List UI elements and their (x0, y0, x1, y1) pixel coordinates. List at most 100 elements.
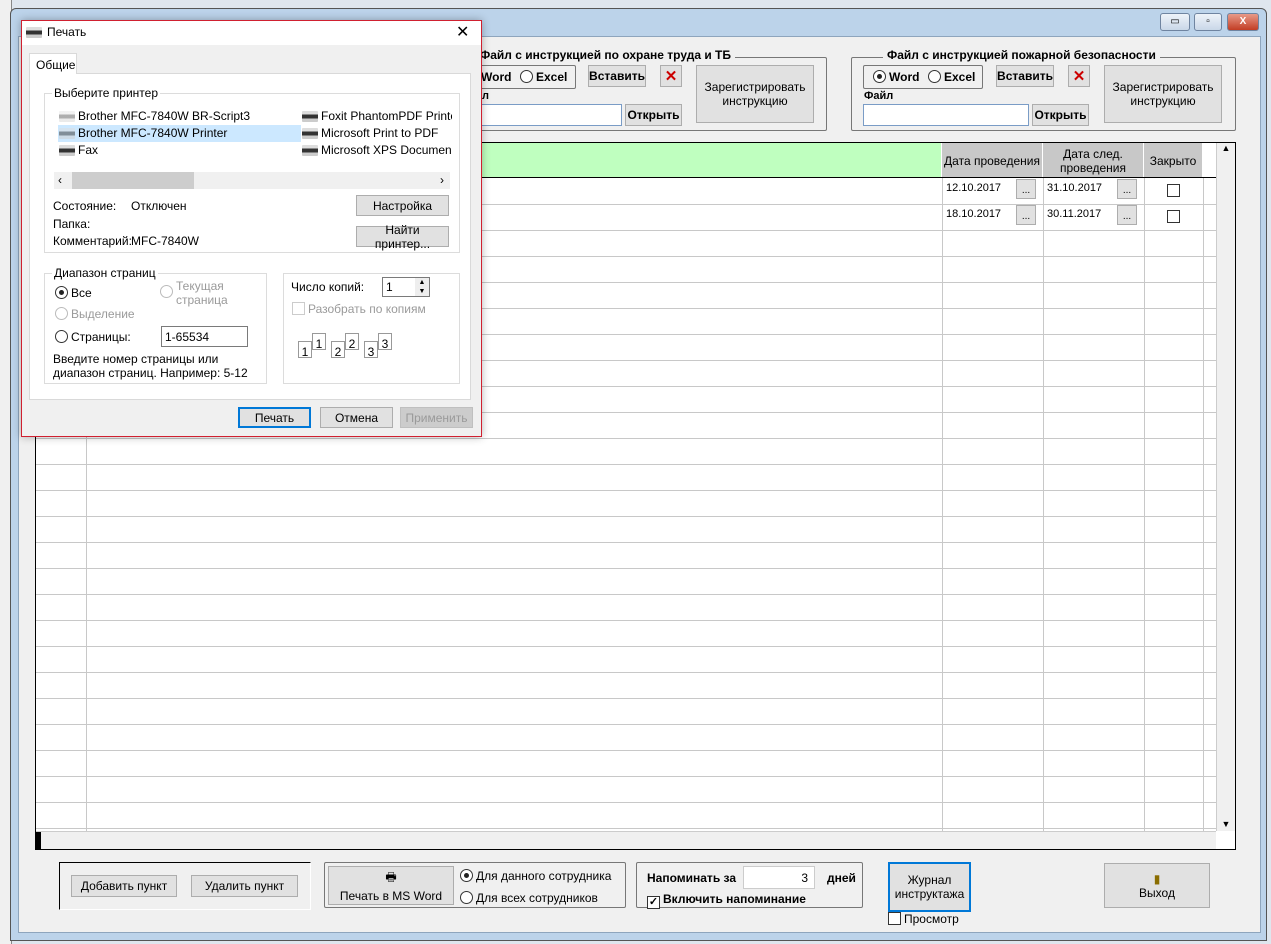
printer-icon: 🖶 (385, 870, 397, 884)
tb-delete-icon[interactable]: ✕ (660, 65, 682, 87)
row2-date-picker-button[interactable]: ... (1016, 205, 1036, 225)
range-hint: Введите номер страницы или диапазон стра… (53, 352, 248, 380)
copies-label: Число копий: (291, 280, 365, 294)
fire-file-label: Файл (864, 90, 894, 102)
row2-closed-checkbox[interactable] (1167, 210, 1180, 223)
grid-row-line (36, 464, 1235, 465)
row1-next-date-picker-button[interactable]: ... (1117, 179, 1137, 199)
printer-item[interactable]: Microsoft XPS Documen (302, 142, 452, 158)
preview-checkbox[interactable]: Просмотр (888, 912, 959, 926)
tb-register-button[interactable]: Зарегистрировать инструкцию (696, 65, 814, 123)
group-fire-title: Файл с инструкцией пожарной безопасности (883, 48, 1160, 62)
pages-radio[interactable]: Страницы: (55, 330, 131, 344)
enable-reminder-checkbox[interactable]: ✓ Включить напоминание (647, 892, 806, 909)
find-printer-button[interactable]: Найти принтер... (356, 223, 449, 251)
setup-button[interactable]: Настройка (356, 195, 449, 216)
tab-general[interactable]: Общие (29, 53, 77, 74)
grid-row-line (36, 672, 1235, 673)
printer-icon (26, 27, 42, 38)
exit-button[interactable]: ▮ Выход (1104, 863, 1210, 908)
print-word-button[interactable]: 🖶 Печать в MS Word (328, 866, 454, 905)
print-word-label: Печать в MS Word (339, 889, 443, 903)
for-this-label: Для данного сотрудника (476, 869, 612, 883)
maximize-button[interactable]: ▫ (1194, 13, 1222, 31)
scroll-left-icon[interactable]: ‹ (58, 173, 62, 187)
grid-row-line (36, 724, 1235, 725)
comment-value: MFC-7840W (131, 234, 200, 248)
fire-excel-label: Excel (944, 70, 976, 84)
tb-open-button[interactable]: Открыть (625, 104, 682, 126)
row2-next-date[interactable]: 30.11.2017 (1047, 208, 1101, 220)
print-dialog: Печать ✕ Общие Выберите принтер Brother … (21, 20, 482, 437)
for-this-employee-radio[interactable]: Для данного сотрудника (460, 869, 611, 883)
fire-delete-icon[interactable]: ✕ (1068, 65, 1090, 87)
cancel-button[interactable]: Отмена (320, 407, 393, 428)
printer-item[interactable]: Foxit PhantomPDF Printe (302, 108, 452, 124)
grid-row-line (36, 438, 1235, 439)
row2-next-date-picker-button[interactable]: ... (1117, 205, 1137, 225)
row1-closed-checkbox[interactable] (1167, 184, 1180, 197)
header-date[interactable]: Дата проведения (942, 143, 1043, 178)
selection-radio[interactable]: Выделение (55, 307, 135, 321)
grid-row-line (36, 828, 1235, 829)
grid-row-line (36, 490, 1235, 491)
grid-row-line (36, 750, 1235, 751)
collate-pages-icon: 11 22 33 (298, 329, 408, 365)
apply-button[interactable]: Применить (400, 407, 473, 428)
header-closed[interactable]: Закрыто (1144, 143, 1203, 178)
tb-excel-label: Excel (536, 70, 568, 84)
comment-label: Комментарий: (53, 234, 132, 248)
grid-row-line (36, 802, 1235, 803)
minimize-button[interactable]: ▭ (1160, 13, 1190, 31)
horizontal-scrollbar[interactable] (36, 831, 1216, 849)
scroll-down-icon[interactable]: ▼ (1217, 819, 1235, 829)
folder-label: Папка: (53, 217, 91, 231)
row2-date[interactable]: 18.10.2017 (946, 208, 1001, 220)
printer-list-scrollbar[interactable]: ‹ › (54, 172, 450, 189)
grid-row-line (36, 568, 1235, 569)
tb-excel-radio[interactable]: Excel (520, 70, 567, 84)
row1-next-date[interactable]: 31.10.2017 (1047, 182, 1102, 194)
printer-item[interactable]: Fax (59, 142, 98, 158)
remove-item-button[interactable]: Удалить пункт (191, 875, 298, 897)
header-next-date[interactable]: Дата след. проведения (1043, 143, 1144, 178)
printer-group-title: Выберите принтер (52, 86, 160, 100)
current-page-radio[interactable]: Текущая страница (160, 279, 240, 307)
print-button[interactable]: Печать (238, 407, 311, 428)
printer-item[interactable]: Microsoft Print to PDF (302, 125, 438, 141)
collate-checkbox[interactable]: Разобрать по копиям (292, 302, 426, 316)
row1-date[interactable]: 12.10.2017 (946, 182, 1001, 194)
row1-date-picker-button[interactable]: ... (1016, 179, 1036, 199)
tb-file-input[interactable] (470, 104, 622, 126)
for-all-label: Для всех сотрудников (476, 891, 598, 905)
tb-word-radio[interactable]: Word (481, 70, 511, 84)
close-button[interactable]: X (1227, 13, 1259, 31)
add-item-button[interactable]: Добавить пункт (71, 875, 177, 897)
journal-button[interactable]: Журнал инструктажа (888, 862, 971, 912)
fire-file-input[interactable] (863, 104, 1029, 126)
scroll-up-icon[interactable]: ▲ (1217, 143, 1235, 153)
grid-row-line (36, 516, 1235, 517)
dialog-close-icon[interactable]: ✕ (456, 22, 469, 42)
preview-label: Просмотр (904, 912, 959, 926)
fire-insert-button[interactable]: Вставить (996, 65, 1054, 87)
pages-input[interactable]: 1-65534 (161, 326, 248, 347)
copies-spinner[interactable]: ▲ ▼ (415, 278, 429, 296)
group-tb-title: Файл с инструкцией по охране труда и ТБ (476, 48, 736, 62)
printer-item[interactable]: Brother MFC-7840W BR-Script3 (59, 108, 250, 124)
vertical-scrollbar[interactable]: ▲ ▼ (1216, 143, 1235, 831)
tb-insert-button[interactable]: Вставить (588, 65, 646, 87)
dialog-titlebar (22, 21, 481, 45)
fire-excel-radio[interactable]: Excel (928, 70, 975, 84)
fire-register-button[interactable]: Зарегистрировать инструкцию (1104, 65, 1222, 123)
fire-word-radio[interactable]: Word (873, 70, 919, 84)
for-all-employees-radio[interactable]: Для всех сотрудников (460, 891, 598, 905)
remind-days-input[interactable]: 3 (743, 866, 815, 889)
printer-item-selected[interactable]: Brother MFC-7840W Printer (59, 125, 227, 141)
fire-word-label: Word (889, 70, 920, 84)
fire-open-button[interactable]: Открыть (1032, 104, 1089, 126)
grid-row-line (36, 542, 1235, 543)
all-pages-radio[interactable]: Все (55, 286, 92, 300)
scroll-thumb[interactable] (72, 172, 194, 189)
scroll-right-icon[interactable]: › (440, 173, 444, 187)
